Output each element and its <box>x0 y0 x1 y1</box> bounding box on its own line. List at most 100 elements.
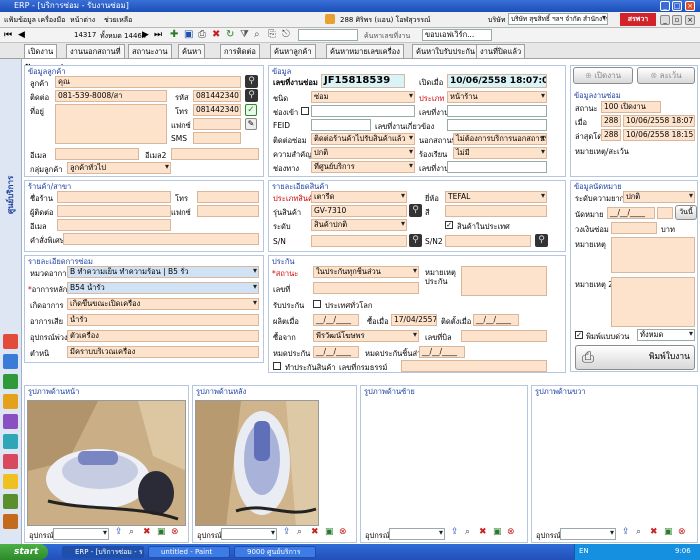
tab-status[interactable]: สถานะงาน <box>128 44 172 58</box>
product-type-select[interactable]: เตารีด <box>311 191 407 203</box>
symptom-group-select[interactable]: B ทำความเย็น ทำความร้อน | B5 รั่ว <box>67 266 259 278</box>
delete-photo-icon[interactable]: ✖ <box>143 527 151 537</box>
bought-from-select[interactable]: พีรวัฒน์โฆษพร <box>313 330 419 342</box>
minimize-icon[interactable]: _ <box>660 1 670 11</box>
color-field[interactable] <box>445 205 547 217</box>
policy-no-field[interactable] <box>401 360 547 372</box>
clear-photo-icon[interactable]: ⊗ <box>507 527 515 537</box>
attach-icon[interactable]: ⎘ <box>268 29 276 40</box>
tab-find-customer[interactable]: ค้นหาลูกค้า <box>270 44 316 58</box>
language-indicator[interactable]: EN <box>579 547 589 555</box>
next-record-icon[interactable]: ▶ <box>142 30 149 40</box>
main-symptom-select[interactable]: B54 น้ำรั่ว <box>67 282 259 294</box>
detail-field[interactable]: น้ำรั่ว <box>67 314 259 326</box>
sidebar-app-icon[interactable] <box>3 374 18 389</box>
save-photo-icon[interactable]: ▣ <box>493 527 502 537</box>
photo-left-image[interactable] <box>363 400 525 526</box>
upload-icon[interactable]: ⇪ <box>283 527 291 537</box>
sidebar-app-icon[interactable] <box>3 474 18 489</box>
upload-icon[interactable]: ⇪ <box>115 527 123 537</box>
binoculars-icon[interactable]: ⚲ <box>245 75 258 88</box>
last-record-icon[interactable]: ⏭ <box>154 30 162 40</box>
priority-select[interactable]: ปกติ <box>311 147 415 159</box>
deposit-field[interactable] <box>611 222 657 234</box>
install-date-field[interactable]: __/__/____ <box>473 314 519 326</box>
sidebar-app-icon[interactable] <box>3 514 18 529</box>
photo-front-image[interactable] <box>27 400 186 526</box>
close-icon[interactable]: × <box>685 1 695 11</box>
global-warranty-checkbox[interactable] <box>313 300 321 308</box>
shop-contact-field[interactable] <box>57 205 171 217</box>
zoom-icon[interactable]: ⌕ <box>636 527 641 537</box>
delete-photo-icon[interactable]: ✖ <box>650 527 658 537</box>
urgency-select[interactable]: ปกติ <box>623 191 695 203</box>
maximize-icon[interactable]: □ <box>672 1 682 11</box>
delete-icon[interactable]: ✖ <box>212 29 220 40</box>
mdi-restore-icon[interactable]: ▫ <box>672 15 682 25</box>
domestic-checkbox[interactable]: ✓ <box>445 221 453 229</box>
address-field[interactable] <box>55 104 167 144</box>
type-select[interactable]: ซ่อม <box>311 91 415 103</box>
photo-right-image[interactable] <box>534 400 695 526</box>
category-select[interactable]: หน้าร้าน <box>447 91 547 103</box>
shop-phone-field[interactable] <box>197 191 259 203</box>
mdi-close-icon[interactable]: × <box>685 15 695 25</box>
job-ref-field[interactable] <box>447 105 547 117</box>
contact-repair-select[interactable]: ติดต่อร้านค้าไปรับสินค้าแล้ว <box>311 133 415 145</box>
mdi-minimize-icon[interactable]: _ <box>660 15 670 25</box>
save-photo-icon[interactable]: ▣ <box>157 527 166 537</box>
insurance-checkbox[interactable] <box>273 362 281 370</box>
sidebar-app-icon[interactable] <box>3 334 18 349</box>
tab-contact[interactable]: การติดต่อ <box>220 44 260 58</box>
model-field[interactable]: GV-7310 <box>311 205 407 217</box>
warranty-status-select[interactable]: ในประกันทุกชิ้นส่วน <box>313 266 419 278</box>
binoculars-icon[interactable]: ⚲ <box>409 234 422 247</box>
appointment-time-field[interactable] <box>657 207 673 219</box>
binoculars-icon[interactable]: ⚲ <box>409 204 422 217</box>
binoculars-icon[interactable]: ⚲ <box>245 89 258 102</box>
save-icon[interactable]: ▣ <box>184 29 193 40</box>
tab-find-serial[interactable]: ค้นหาหมายเลขเครื่อง <box>326 44 404 58</box>
customer-code-field[interactable]: 0814423401 <box>193 90 241 102</box>
photo-right-select[interactable] <box>560 528 616 540</box>
check-icon[interactable]: ✓ <box>245 104 257 116</box>
appointment-date-field[interactable]: __/__/____ <box>607 207 655 219</box>
sidebar-app-icon[interactable] <box>3 494 18 509</box>
shop-fax-field[interactable] <box>197 205 259 217</box>
complaint-select[interactable]: ไม่มี <box>453 147 547 159</box>
sidebar-app-icon[interactable] <box>3 454 18 469</box>
tab-search[interactable]: ค้นหา <box>178 44 206 58</box>
zoom-icon[interactable]: ⌕ <box>129 527 134 537</box>
expire-date-field[interactable]: __/__/____ <box>313 346 359 358</box>
delete-photo-icon[interactable]: ✖ <box>311 527 319 537</box>
appointment-note2-field[interactable] <box>611 277 695 327</box>
print-icon[interactable]: ⎙ <box>198 29 206 40</box>
tab-open-job[interactable]: เปิดงาน <box>24 44 58 58</box>
warranty-note-field[interactable] <box>461 266 547 296</box>
tab-onsite[interactable]: งานนอกสถานที่ <box>66 44 125 58</box>
tab-find-warranty[interactable]: ค้นหาใบรับประกัน <box>412 44 479 58</box>
zoom-icon[interactable]: ⌕ <box>297 527 302 537</box>
print-job-button[interactable]: ⎙ พิมพ์ใบงาน <box>575 345 695 370</box>
warranty-number-field[interactable] <box>313 282 419 294</box>
cause-select[interactable]: เกิดขึ้นขณะเปิดเครื่อง <box>67 298 259 310</box>
print-mode-select[interactable]: ทั้งหมด <box>637 329 695 341</box>
filter-icon[interactable]: ⧩ <box>240 29 249 40</box>
sidebar-app-icon[interactable] <box>3 354 18 369</box>
sidebar-app-icon[interactable] <box>3 434 18 449</box>
exit-icon[interactable]: ⎋ <box>282 29 290 40</box>
menu-item-window[interactable]: หน้าต่าง <box>70 15 95 26</box>
refresh-icon[interactable]: ↻ <box>226 29 234 40</box>
cancel-job-button[interactable]: ⊗ ละเว้น <box>637 67 695 84</box>
mfg-date-field[interactable]: __/__/____ <box>313 314 359 326</box>
email-field[interactable] <box>55 148 139 160</box>
quick-print-checkbox[interactable]: ✓ <box>575 331 583 339</box>
prev-record-icon[interactable]: ◀ <box>18 30 25 40</box>
menu-item-help[interactable]: ช่วยเหลือ <box>104 15 132 26</box>
delete-photo-icon[interactable]: ✖ <box>479 527 487 537</box>
sidebar-app-icon[interactable] <box>3 414 18 429</box>
zoom-icon[interactable]: ⌕ <box>465 527 470 537</box>
photo-left-select[interactable] <box>389 528 445 540</box>
find-icon[interactable]: ⌕ <box>254 29 260 40</box>
bill-no-field[interactable] <box>461 330 547 342</box>
